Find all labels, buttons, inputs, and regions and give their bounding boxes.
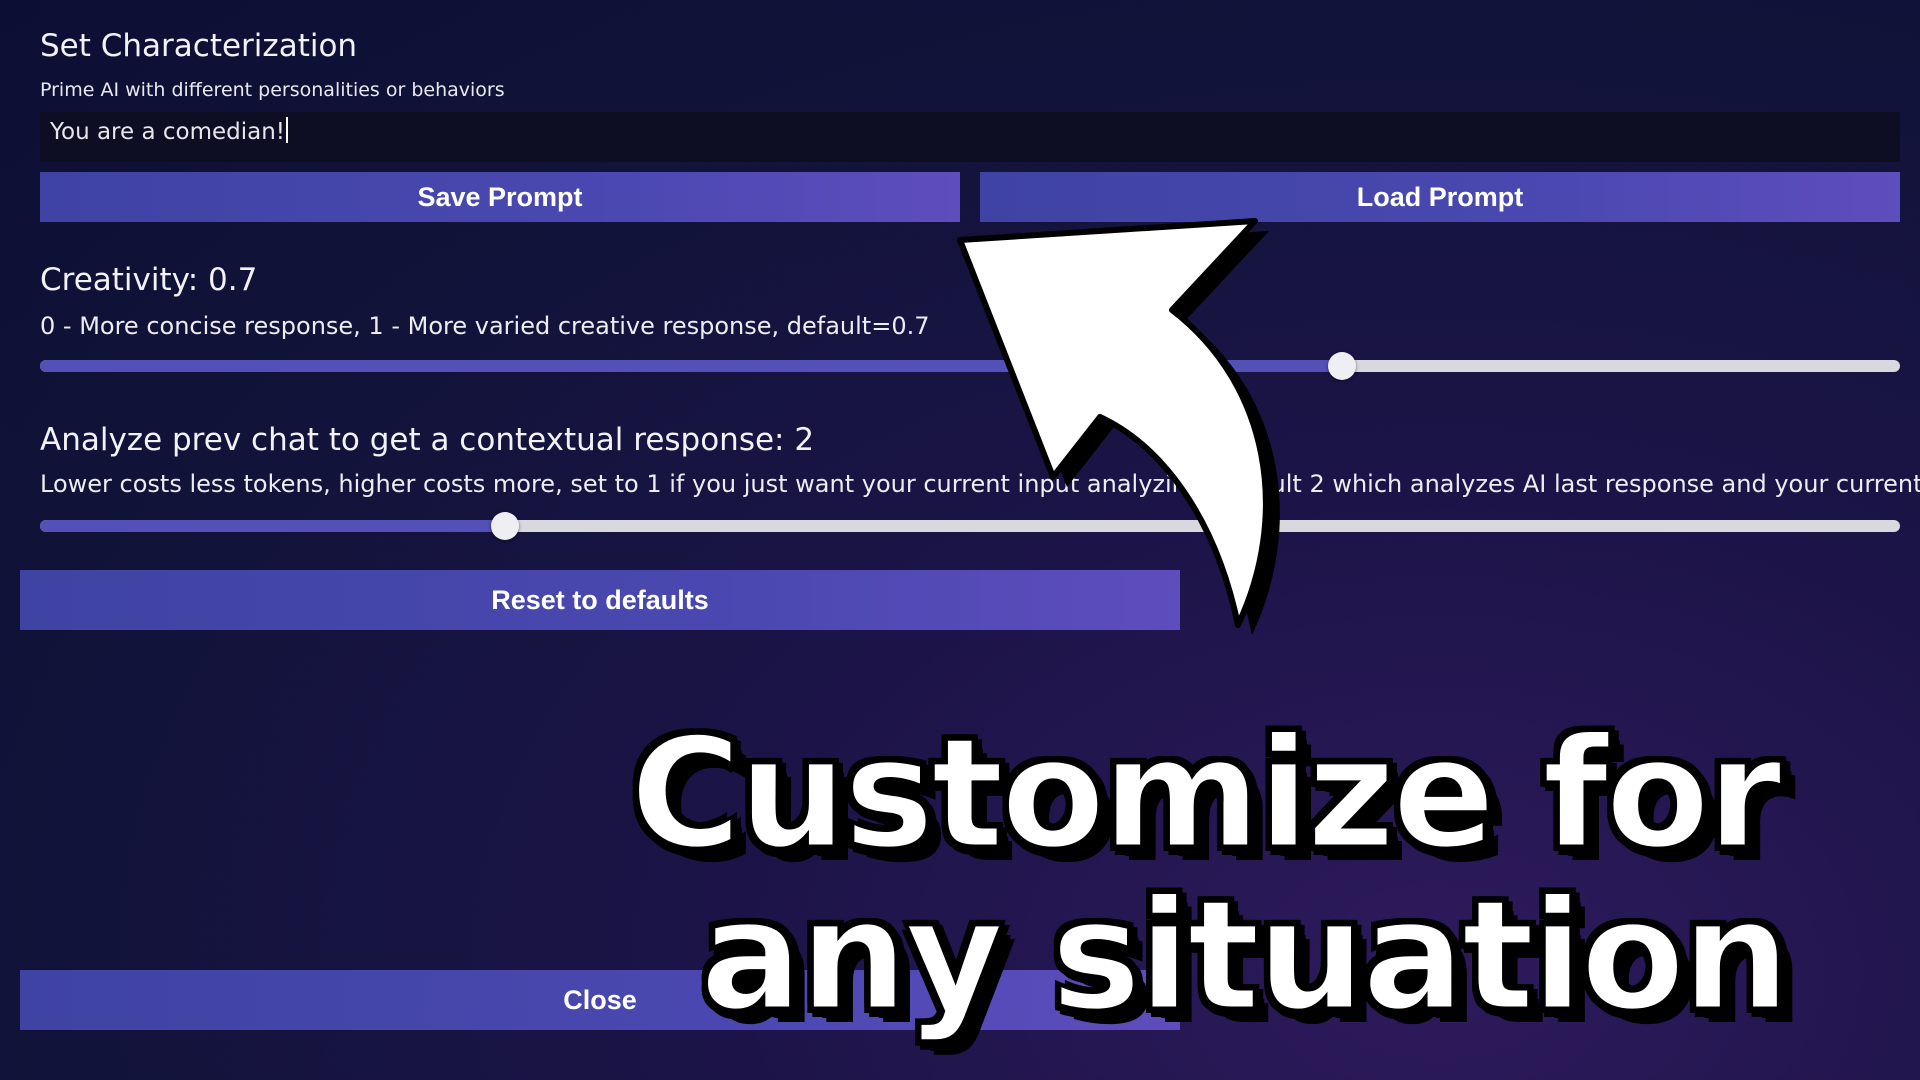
characterization-title: Set Characterization xyxy=(40,28,358,64)
curved-arrow-icon xyxy=(957,218,1280,635)
creativity-label: Creativity: 0.7 xyxy=(40,262,258,298)
save-prompt-button[interactable]: Save Prompt xyxy=(40,172,960,222)
characterization-input-value: You are a comedian! xyxy=(50,119,286,145)
text-caret xyxy=(286,117,289,143)
overlay-headline-line2: any situation xyxy=(698,867,1791,1044)
context-label: Analyze prev chat to get a contextual re… xyxy=(40,422,815,458)
characterization-subtitle: Prime AI with different personalities or… xyxy=(40,79,505,101)
creativity-slider-thumb[interactable] xyxy=(1328,352,1356,380)
context-slider-thumb[interactable] xyxy=(491,512,519,540)
context-slider-fill xyxy=(40,520,505,532)
overlay-headline-line1: Customize for xyxy=(629,705,1784,882)
creativity-description: 0 - More concise response, 1 - More vari… xyxy=(40,312,930,340)
characterization-input[interactable]: You are a comedian! xyxy=(40,112,1900,162)
